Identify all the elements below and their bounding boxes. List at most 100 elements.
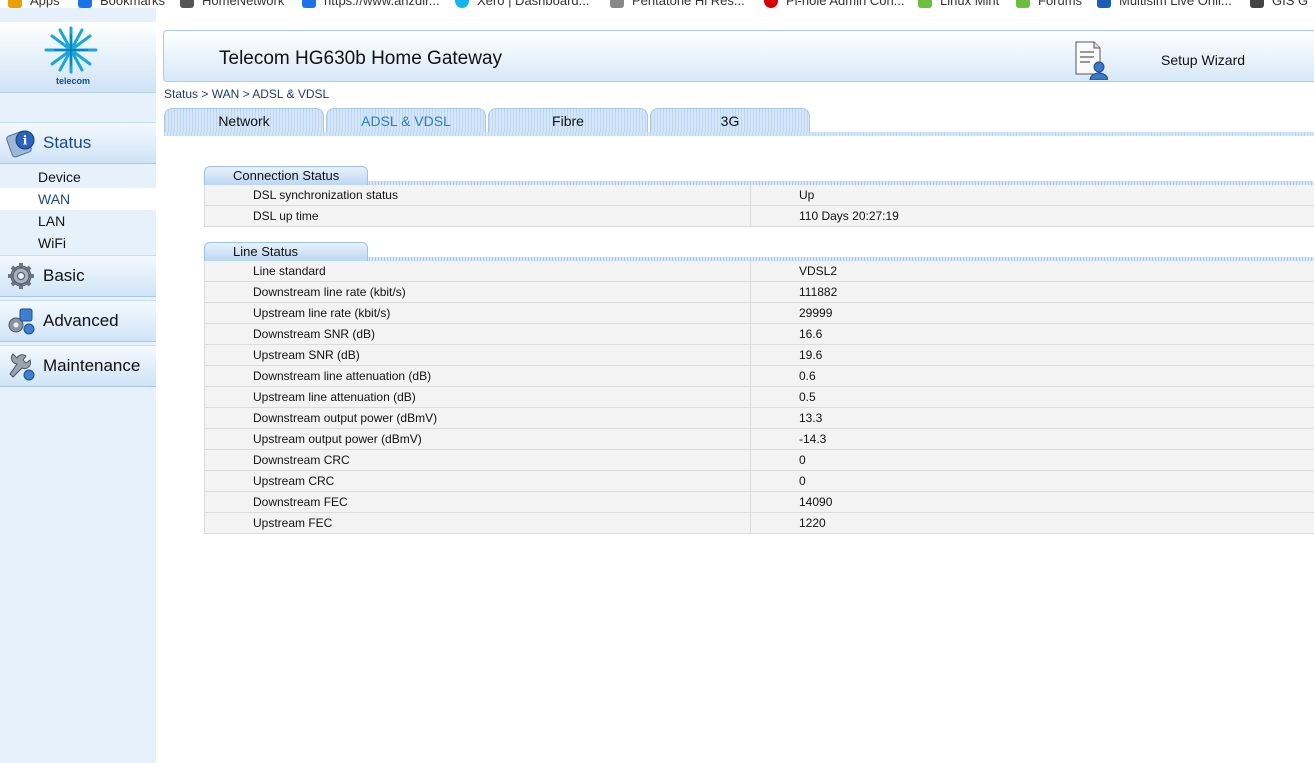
sidebar-section-label: Status bbox=[43, 133, 92, 152]
row-label: DSL up time bbox=[204, 205, 751, 227]
star-icon bbox=[78, 0, 92, 8]
bookmark-forums[interactable]: Forums bbox=[1016, 0, 1082, 8]
row-value: 0.5 bbox=[750, 386, 1314, 408]
sidebar-item-wan[interactable]: WAN bbox=[0, 188, 156, 210]
row-value: VDSL2 bbox=[750, 261, 1314, 282]
bookmark-apps[interactable]: Apps bbox=[8, 0, 60, 8]
row-value: 29999 bbox=[750, 302, 1314, 324]
row-label: Upstream FEC bbox=[204, 512, 751, 534]
pihole-icon bbox=[764, 0, 778, 8]
folder-icon bbox=[180, 0, 194, 8]
sidebar-section-maintenance[interactable]: Maintenance bbox=[0, 345, 156, 387]
sidebar-section-label: Advanced bbox=[43, 311, 119, 330]
sidebar-item-lan[interactable]: LAN bbox=[0, 210, 156, 232]
row-value: 16.6 bbox=[750, 323, 1314, 345]
table-row: Downstream CRC 0 bbox=[204, 449, 1314, 471]
telecom-star-icon bbox=[44, 26, 98, 74]
bookmark-homenetwork[interactable]: HomeNetwork bbox=[180, 0, 284, 8]
setup-wizard-link[interactable]: Setup Wizard bbox=[1161, 52, 1245, 68]
row-label: Downstream CRC bbox=[204, 449, 751, 471]
sidebar-section-basic[interactable]: Basic bbox=[0, 255, 156, 297]
table-row: DSL synchronization status Up bbox=[204, 185, 1314, 206]
row-label: DSL synchronization status bbox=[204, 185, 751, 206]
row-label: Upstream line rate (kbit/s) bbox=[204, 302, 751, 324]
tab-3g[interactable]: 3G bbox=[650, 108, 810, 133]
table-row: Downstream line attenuation (dB) 0.6 bbox=[204, 365, 1314, 387]
bookmark-bookmarks[interactable]: Bookmarks bbox=[78, 0, 165, 8]
row-label: Downstream line attenuation (dB) bbox=[204, 365, 751, 387]
setup-wizard-icon[interactable] bbox=[1074, 40, 1109, 85]
line-status-table: Line standard VDSL2 Downstream line rate (… bbox=[204, 261, 1314, 534]
apps-grid-icon bbox=[8, 0, 22, 8]
row-value: 1220 bbox=[750, 512, 1314, 534]
multisim-icon bbox=[1097, 0, 1111, 8]
row-value: 110 Days 20:27:19 bbox=[750, 205, 1314, 227]
row-value: 14090 bbox=[750, 491, 1314, 513]
sidebar-section-label: Basic bbox=[43, 266, 85, 285]
connection-status-table: DSL synchronization status Up DSL up time 1… bbox=[204, 185, 1314, 227]
line-status-header: Line Status bbox=[204, 242, 1314, 261]
row-label: Upstream SNR (dB) bbox=[204, 344, 751, 366]
table-row: Downstream output power (dBmV) 13.3 bbox=[204, 407, 1314, 429]
table-row: Upstream SNR (dB) 19.6 bbox=[204, 344, 1314, 366]
row-value: 13.3 bbox=[750, 407, 1314, 429]
sidebar-section-status[interactable]: i Status bbox=[0, 122, 156, 164]
bookmark-multisim[interactable]: Multisim Live Onli... bbox=[1097, 0, 1232, 8]
tab-underline bbox=[164, 132, 1314, 136]
page-gutter bbox=[156, 26, 162, 763]
row-value: 0.6 bbox=[750, 365, 1314, 387]
table-row: Upstream CRC 0 bbox=[204, 470, 1314, 492]
bookmark-linux-mint[interactable]: Linux Mint bbox=[918, 0, 999, 8]
bookmark-pihole[interactable]: Pi-hole Admin Con... bbox=[764, 0, 905, 8]
row-label: Line standard bbox=[204, 261, 751, 282]
bookmark-pentatone[interactable]: Pentatone Hi Res... bbox=[610, 0, 745, 8]
table-row: Downstream SNR (dB) 16.6 bbox=[204, 323, 1314, 345]
maintenance-wrench-icon bbox=[5, 350, 37, 382]
sidebar-item-device[interactable]: Device bbox=[0, 166, 156, 188]
advanced-tools-icon bbox=[5, 305, 37, 337]
globe-icon bbox=[302, 0, 316, 8]
connection-status-header: Connection Status bbox=[204, 166, 1314, 185]
logo-wordmark: telecom bbox=[55, 76, 90, 86]
table-row: Upstream line attenuation (dB) 0.5 bbox=[204, 386, 1314, 408]
row-label: Downstream SNR (dB) bbox=[204, 323, 751, 345]
telecom-logo[interactable]: telecom bbox=[0, 22, 156, 93]
table-row: Downstream FEC 14090 bbox=[204, 491, 1314, 513]
section-title: Connection Status bbox=[204, 166, 368, 185]
sidebar-section-label: Maintenance bbox=[43, 356, 141, 375]
table-row: DSL up time 110 Days 20:27:19 bbox=[204, 205, 1314, 227]
bookmarks-bar: Apps Bookmarks HomeNetwork https://www.a… bbox=[0, 0, 1314, 8]
bookmark-anzdir[interactable]: https://www.anzdir... bbox=[302, 0, 440, 8]
tab-fibre[interactable]: Fibre bbox=[488, 108, 648, 133]
site-icon bbox=[610, 0, 624, 8]
section-title: Line Status bbox=[204, 242, 368, 261]
forums-icon bbox=[1016, 0, 1030, 8]
map-pin-icon bbox=[1250, 0, 1264, 8]
linux-mint-icon bbox=[918, 0, 932, 8]
table-row: Upstream FEC 1220 bbox=[204, 512, 1314, 534]
status-info-icon: i bbox=[5, 127, 37, 159]
row-value: 111882 bbox=[750, 281, 1314, 303]
bookmark-gis[interactable]: GIS G bbox=[1250, 0, 1308, 8]
row-label: Upstream CRC bbox=[204, 470, 751, 492]
gear-icon bbox=[5, 260, 37, 292]
row-label: Downstream FEC bbox=[204, 491, 751, 513]
page-top-band bbox=[156, 8, 1314, 28]
table-row: Upstream line rate (kbit/s) 29999 bbox=[204, 302, 1314, 324]
sidebar-section-advanced[interactable]: Advanced bbox=[0, 300, 156, 342]
row-value: 0 bbox=[750, 449, 1314, 471]
breadcrumb: Status > WAN > ADSL & VDSL bbox=[164, 87, 330, 101]
row-label: Upstream output power (dBmV) bbox=[204, 428, 751, 450]
row-value: -14.3 bbox=[750, 428, 1314, 450]
xero-icon bbox=[455, 0, 469, 8]
sidebar-item-wifi[interactable]: WiFi bbox=[0, 232, 156, 254]
page-header: Telecom HG630b Home Gateway Setup Wizard bbox=[163, 30, 1314, 82]
table-row: Downstream line rate (kbit/s) 111882 bbox=[204, 281, 1314, 303]
tab-network[interactable]: Network bbox=[164, 108, 324, 133]
bookmark-xero[interactable]: Xero | Dashboard... bbox=[455, 0, 590, 8]
row-label: Upstream line attenuation (dB) bbox=[204, 386, 751, 408]
row-value: 0 bbox=[750, 470, 1314, 492]
row-label: Downstream line rate (kbit/s) bbox=[204, 281, 751, 303]
row-value: Up bbox=[750, 185, 1314, 206]
tab-adsl-vdsl[interactable]: ADSL & VDSL bbox=[326, 108, 486, 133]
